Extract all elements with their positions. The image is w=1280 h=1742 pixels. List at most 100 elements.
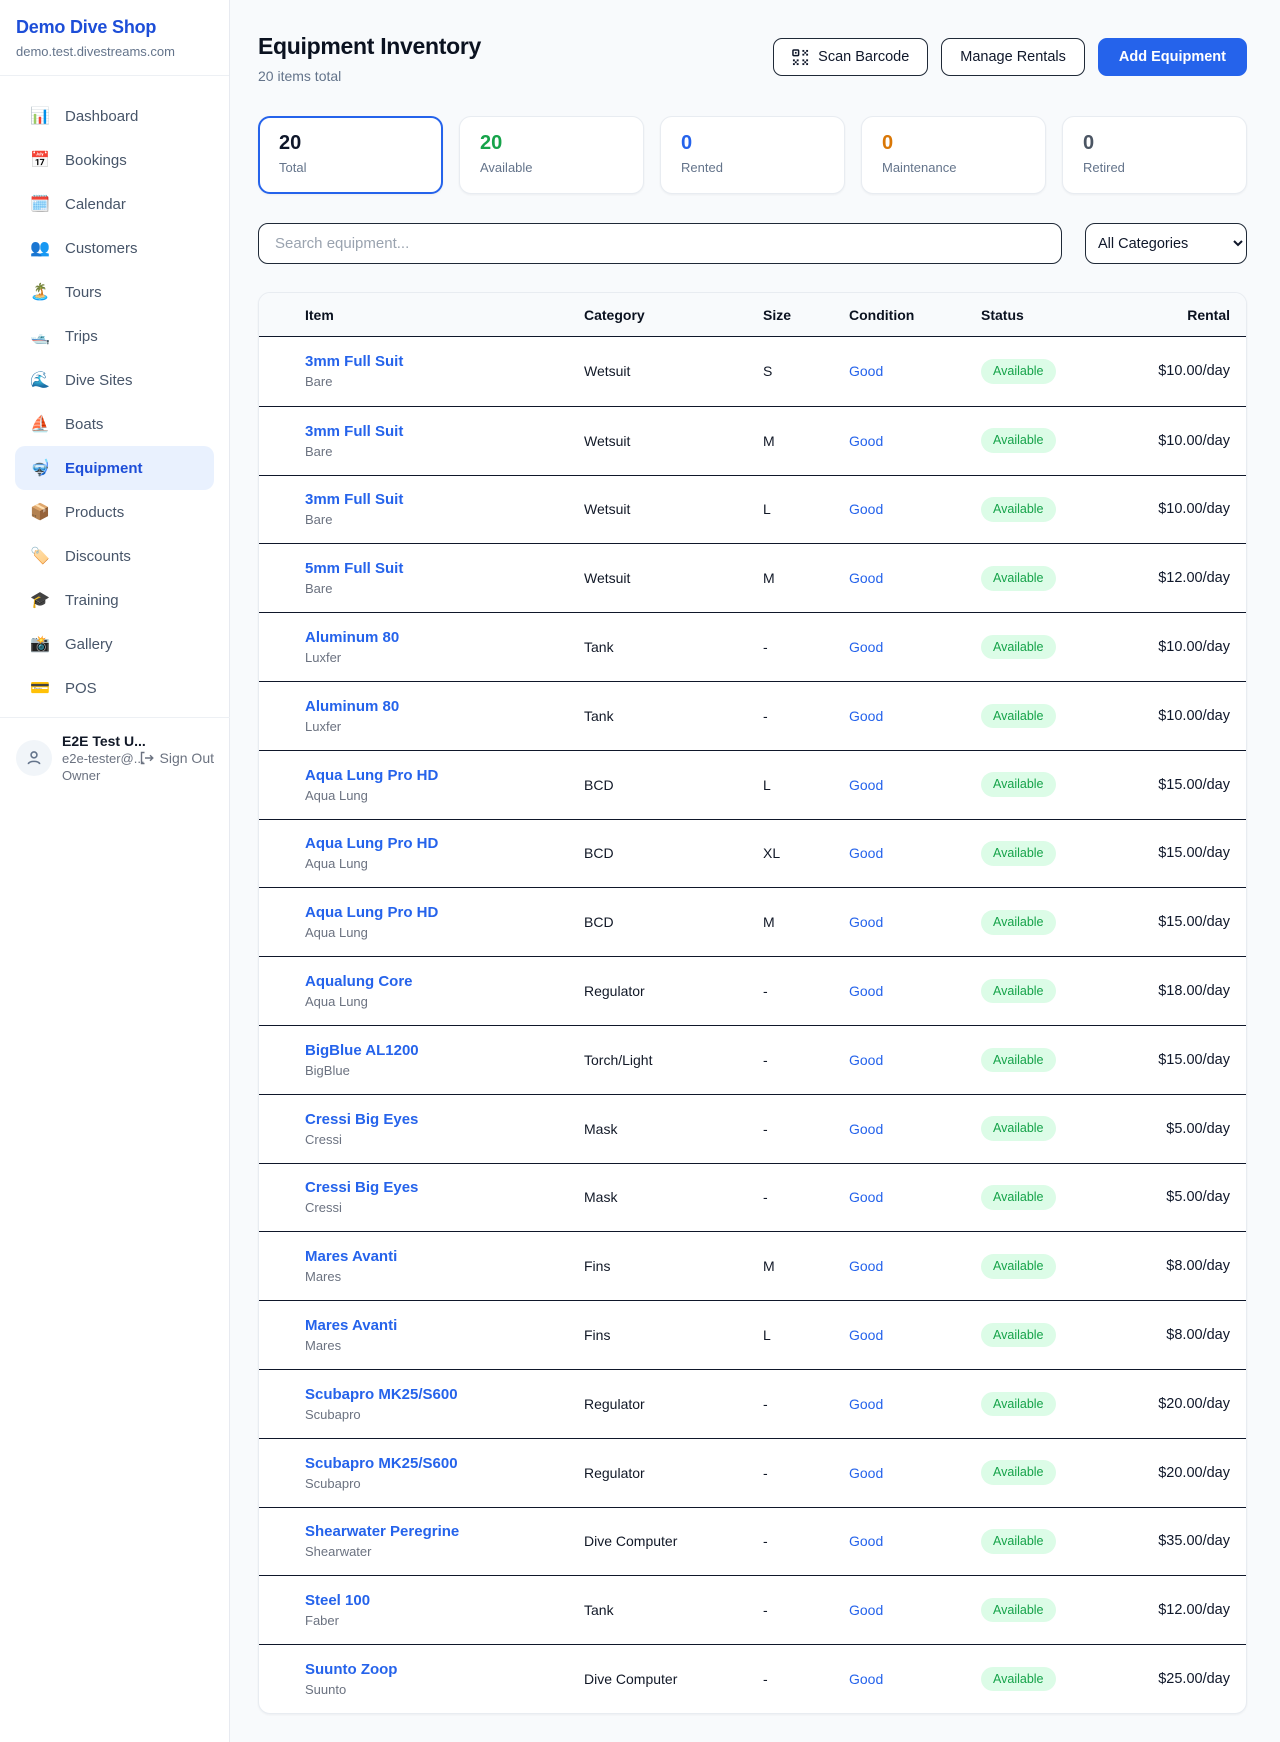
- sidebar-item-discounts[interactable]: 🏷️ Discounts: [15, 534, 214, 578]
- item-condition-link[interactable]: Good: [849, 1533, 981, 1549]
- island-icon: 🏝️: [29, 282, 51, 302]
- item-name-link[interactable]: Aluminum 80: [305, 629, 584, 646]
- sidebar-item-equipment[interactable]: 🤿 Equipment: [15, 446, 214, 490]
- item-condition-link[interactable]: Good: [849, 570, 981, 586]
- item-name-link[interactable]: 3mm Full Suit: [305, 353, 584, 370]
- item-name-link[interactable]: Shearwater Peregrine: [305, 1523, 584, 1540]
- sidebar-item-bookings[interactable]: 📅 Bookings: [15, 138, 214, 182]
- item-name-link[interactable]: Scubapro MK25/S600: [305, 1386, 584, 1403]
- item-name-link[interactable]: Aqua Lung Pro HD: [305, 904, 584, 921]
- scan-barcode-button[interactable]: Scan Barcode: [773, 38, 928, 76]
- item-condition-link[interactable]: Good: [849, 363, 981, 379]
- search-input[interactable]: [258, 223, 1062, 264]
- brand-domain: demo.test.divestreams.com: [16, 44, 213, 59]
- item-category: Tank: [584, 708, 763, 724]
- item-category: Wetsuit: [584, 363, 763, 379]
- item-condition-link[interactable]: Good: [849, 1258, 981, 1274]
- item-condition-link[interactable]: Good: [849, 501, 981, 517]
- search-row: All Categories: [258, 223, 1247, 264]
- item-condition-link[interactable]: Good: [849, 1465, 981, 1481]
- item-condition-link[interactable]: Good: [849, 777, 981, 793]
- sidebar-item-gallery[interactable]: 📸 Gallery: [15, 622, 214, 666]
- status-badge: Available: [981, 1667, 1056, 1692]
- item-name-link[interactable]: Aqua Lung Pro HD: [305, 835, 584, 852]
- item-condition-link[interactable]: Good: [849, 433, 981, 449]
- sidebar-item-training[interactable]: 🎓 Training: [15, 578, 214, 622]
- sidebar-item-label: Discounts: [65, 548, 131, 565]
- item-rental-rate: $8.00/day: [1151, 1327, 1230, 1343]
- item-brand: BigBlue: [305, 1063, 584, 1078]
- item-condition-link[interactable]: Good: [849, 1052, 981, 1068]
- sidebar-item-pos[interactable]: 💳 POS: [15, 666, 214, 710]
- item-brand: Aqua Lung: [305, 994, 584, 1009]
- item-condition-link[interactable]: Good: [849, 1121, 981, 1137]
- item-name-link[interactable]: Aqua Lung Pro HD: [305, 767, 584, 784]
- brand-title: Demo Dive Shop: [16, 17, 213, 38]
- status-badge: Available: [981, 704, 1056, 729]
- sidebar-item-trips[interactable]: 🛥️ Trips: [15, 314, 214, 358]
- category-select[interactable]: All Categories: [1085, 223, 1247, 264]
- sidebar-item-dive-sites[interactable]: 🌊 Dive Sites: [15, 358, 214, 402]
- table-row: Aqualung Core Aqua Lung Regulator - Good…: [259, 956, 1246, 1025]
- item-condition-link[interactable]: Good: [849, 914, 981, 930]
- item-rental-rate: $15.00/day: [1151, 845, 1230, 861]
- stat-card-rented[interactable]: 0 Rented: [660, 116, 845, 194]
- item-condition-link[interactable]: Good: [849, 708, 981, 724]
- item-category: Wetsuit: [584, 433, 763, 449]
- sailboat-icon: ⛵: [29, 414, 51, 434]
- item-name-link[interactable]: BigBlue AL1200: [305, 1042, 584, 1059]
- item-condition-link[interactable]: Good: [849, 1189, 981, 1205]
- item-category: BCD: [584, 914, 763, 930]
- item-name-link[interactable]: 5mm Full Suit: [305, 560, 584, 577]
- add-equipment-button[interactable]: Add Equipment: [1098, 38, 1247, 76]
- item-category: Tank: [584, 1602, 763, 1618]
- sidebar-item-calendar[interactable]: 🗓️ Calendar: [15, 182, 214, 226]
- sidebar-item-customers[interactable]: 👥 Customers: [15, 226, 214, 270]
- item-condition-link[interactable]: Good: [849, 1396, 981, 1412]
- item-condition-link[interactable]: Good: [849, 845, 981, 861]
- item-rental-rate: $18.00/day: [1151, 983, 1230, 999]
- item-name-link[interactable]: Steel 100: [305, 1592, 584, 1609]
- item-category: Fins: [584, 1327, 763, 1343]
- wave-icon: 🌊: [29, 370, 51, 390]
- stat-card-total[interactable]: 20 Total: [258, 116, 443, 194]
- item-name-link[interactable]: Mares Avanti: [305, 1248, 584, 1265]
- item-brand: Bare: [305, 581, 584, 596]
- item-rental-rate: $12.00/day: [1151, 1602, 1230, 1618]
- stat-card-retired[interactable]: 0 Retired: [1062, 116, 1247, 194]
- page-title: Equipment Inventory: [258, 32, 481, 60]
- item-name-link[interactable]: Mares Avanti: [305, 1317, 584, 1334]
- stat-card-maintenance[interactable]: 0 Maintenance: [861, 116, 1046, 194]
- table-row: Mares Avanti Mares Fins M Good Available…: [259, 1231, 1246, 1300]
- stat-card-available[interactable]: 20 Available: [459, 116, 644, 194]
- manage-rentals-button[interactable]: Manage Rentals: [941, 38, 1085, 76]
- item-name-link[interactable]: Scubapro MK25/S600: [305, 1455, 584, 1472]
- barcode-scan-icon: [792, 49, 809, 66]
- sidebar-item-boats[interactable]: ⛵ Boats: [15, 402, 214, 446]
- sidebar-item-dashboard[interactable]: 📊 Dashboard: [15, 94, 214, 138]
- user-name: E2E Test U...: [62, 733, 138, 749]
- item-name-link[interactable]: 3mm Full Suit: [305, 423, 584, 440]
- sign-out-button[interactable]: Sign Out: [138, 750, 214, 766]
- item-condition-link[interactable]: Good: [849, 1671, 981, 1687]
- item-condition-link[interactable]: Good: [849, 1327, 981, 1343]
- item-condition-link[interactable]: Good: [849, 639, 981, 655]
- item-name-link[interactable]: Aluminum 80: [305, 698, 584, 715]
- status-badge: Available: [981, 1598, 1056, 1623]
- item-name-link[interactable]: Cressi Big Eyes: [305, 1111, 584, 1128]
- status-badge: Available: [981, 772, 1056, 797]
- item-condition-link[interactable]: Good: [849, 983, 981, 999]
- status-badge: Available: [981, 635, 1056, 660]
- sidebar-item-products[interactable]: 📦 Products: [15, 490, 214, 534]
- item-name-link[interactable]: Aqualung Core: [305, 973, 584, 990]
- item-condition-link[interactable]: Good: [849, 1602, 981, 1618]
- item-category: Torch/Light: [584, 1052, 763, 1068]
- sidebar-item-tours[interactable]: 🏝️ Tours: [15, 270, 214, 314]
- item-name-link[interactable]: 3mm Full Suit: [305, 491, 584, 508]
- item-name-link[interactable]: Suunto Zoop: [305, 1661, 584, 1678]
- item-rental-rate: $20.00/day: [1151, 1396, 1230, 1412]
- status-badge: Available: [981, 1048, 1056, 1073]
- item-brand: Scubapro: [305, 1476, 584, 1491]
- item-size: -: [763, 1396, 849, 1412]
- item-name-link[interactable]: Cressi Big Eyes: [305, 1179, 584, 1196]
